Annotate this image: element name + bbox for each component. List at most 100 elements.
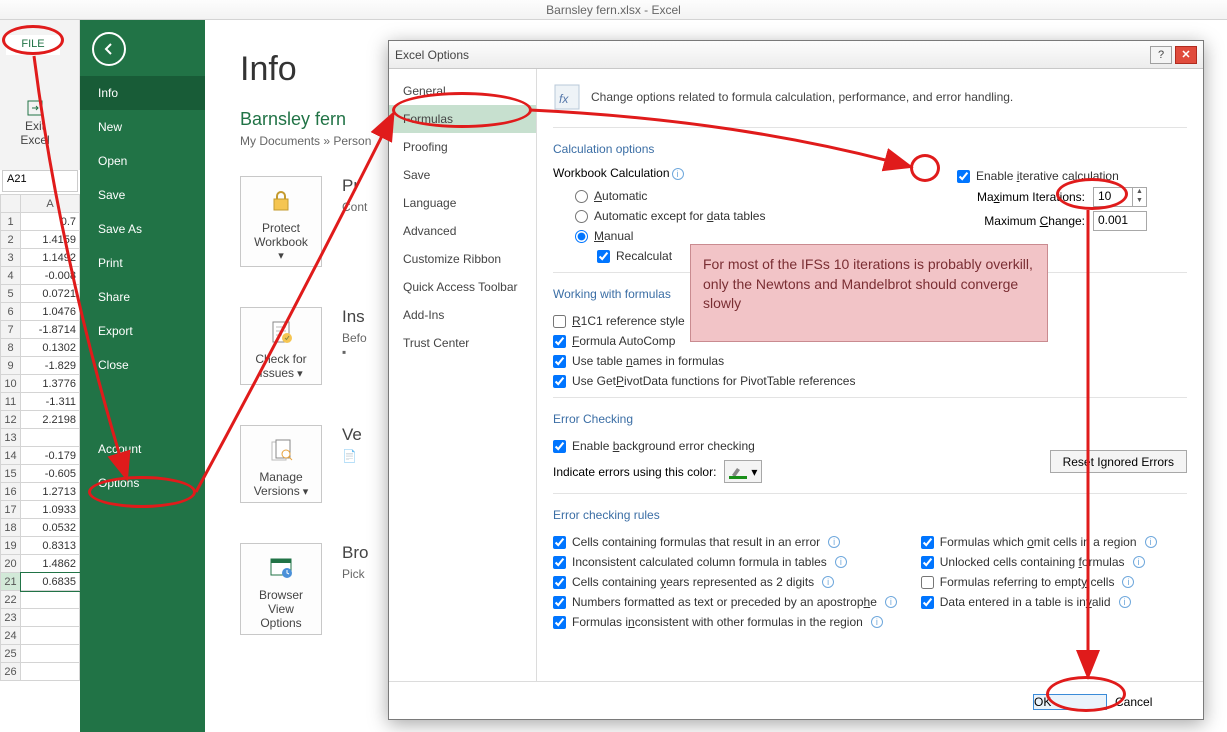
backstage-open[interactable]: Open	[80, 144, 205, 178]
radio-auto-except[interactable]: Automatic except for data tables	[575, 209, 765, 223]
cell[interactable]: -1.311	[21, 393, 80, 411]
cell[interactable]: 0.0721	[21, 285, 80, 303]
rule-omit-cells[interactable]: Formulas which omit cells in a regioni	[921, 535, 1157, 549]
ok-button[interactable]: OK	[1033, 694, 1107, 710]
row-header[interactable]: 10	[1, 375, 21, 393]
cell[interactable]	[21, 429, 80, 447]
max-change-input[interactable]: 0.001	[1093, 211, 1147, 231]
row-header[interactable]: 20	[1, 555, 21, 573]
rule-unlocked-cells[interactable]: Unlocked cells containing formulasi	[921, 555, 1145, 569]
row-header[interactable]: 3	[1, 249, 21, 267]
row-header[interactable]: 2	[1, 231, 21, 249]
cell[interactable]	[21, 645, 80, 663]
options-nav-formulas[interactable]: Formulas	[389, 105, 536, 133]
cell[interactable]: 1.3776	[21, 375, 80, 393]
cell[interactable]: 0.7	[21, 213, 80, 231]
row-header[interactable]: 23	[1, 609, 21, 627]
row-header[interactable]: 16	[1, 483, 21, 501]
manage-versions-button[interactable]: Manage Versions ▾	[240, 425, 322, 503]
check-iterative[interactable]: Enable iterative calculation	[957, 169, 1187, 183]
cancel-button[interactable]: Cancel	[1115, 695, 1189, 709]
row-header[interactable]: 18	[1, 519, 21, 537]
rule-error-result[interactable]: Cells containing formulas that result in…	[553, 535, 840, 549]
row-header[interactable]: 19	[1, 537, 21, 555]
cell[interactable]: 1.2713	[21, 483, 80, 501]
row-header[interactable]: 12	[1, 411, 21, 429]
info-icon[interactable]: i	[672, 168, 684, 180]
check-table-names[interactable]: Use table names in formulas	[553, 354, 724, 368]
row-header[interactable]: 26	[1, 663, 21, 681]
row-header[interactable]: 13	[1, 429, 21, 447]
row-header[interactable]: 24	[1, 627, 21, 645]
cell[interactable]: 0.8313	[21, 537, 80, 555]
name-box[interactable]: A21	[2, 170, 78, 192]
cell[interactable]: 1.0476	[21, 303, 80, 321]
options-nav-quick-access-toolbar[interactable]: Quick Access Toolbar	[389, 273, 536, 301]
backstage-close[interactable]: Close	[80, 348, 205, 382]
row-header[interactable]: 21	[1, 573, 21, 591]
radio-manual[interactable]: Manual	[575, 229, 633, 243]
cell[interactable]: -0.179	[21, 447, 80, 465]
back-button[interactable]	[92, 32, 126, 66]
options-nav-general[interactable]: General	[389, 77, 536, 105]
file-tab[interactable]: FILE	[6, 35, 60, 55]
options-nav-advanced[interactable]: Advanced	[389, 217, 536, 245]
max-iterations-input[interactable]: 10▲▼	[1093, 187, 1147, 207]
cell[interactable]: -0.008	[21, 267, 80, 285]
backstage-export[interactable]: Export	[80, 314, 205, 348]
backstage-save[interactable]: Save	[80, 178, 205, 212]
cell[interactable]	[21, 609, 80, 627]
cell[interactable]: 1.4862	[21, 555, 80, 573]
cell[interactable]: 0.1302	[21, 339, 80, 357]
cell[interactable]	[21, 627, 80, 645]
check-issues-button[interactable]: Check for Issues ▾	[240, 307, 322, 385]
protect-workbook-button[interactable]: Protect Workbook ▾	[240, 176, 322, 267]
check-recalc-save[interactable]: Recalculat	[597, 249, 672, 263]
row-header[interactable]: 4	[1, 267, 21, 285]
backstage-account[interactable]: Account	[80, 432, 205, 466]
help-button[interactable]: ?	[1150, 46, 1172, 64]
close-button[interactable]: ✕	[1175, 46, 1197, 64]
cell[interactable]: 0.0532	[21, 519, 80, 537]
row-header[interactable]: 22	[1, 591, 21, 609]
options-nav-proofing[interactable]: Proofing	[389, 133, 536, 161]
check-r1c1[interactable]: R1C1 reference stylei	[553, 314, 705, 328]
backstage-new[interactable]: New	[80, 110, 205, 144]
cell[interactable]: -1.8714	[21, 321, 80, 339]
select-all-corner[interactable]	[1, 195, 21, 213]
row-header[interactable]: 25	[1, 645, 21, 663]
options-nav-customize-ribbon[interactable]: Customize Ribbon	[389, 245, 536, 273]
rule-2digit-years[interactable]: Cells containing years represented as 2 …	[553, 575, 834, 589]
row-header[interactable]: 9	[1, 357, 21, 375]
cell[interactable]: 1.0933	[21, 501, 80, 519]
options-nav-trust-center[interactable]: Trust Center	[389, 329, 536, 357]
radio-automatic[interactable]: AAutomaticutomatic	[575, 189, 647, 203]
options-nav-add-ins[interactable]: Add-Ins	[389, 301, 536, 329]
backstage-save-as[interactable]: Save As	[80, 212, 205, 246]
options-nav-language[interactable]: Language	[389, 189, 536, 217]
row-header[interactable]: 11	[1, 393, 21, 411]
cell[interactable]: -1.829	[21, 357, 80, 375]
row-header[interactable]: 14	[1, 447, 21, 465]
row-header[interactable]: 17	[1, 501, 21, 519]
row-header[interactable]: 7	[1, 321, 21, 339]
check-autocomplete[interactable]: Formula AutoComp	[553, 334, 675, 348]
backstage-print[interactable]: Print	[80, 246, 205, 280]
check-getpivotdata[interactable]: Use GetPivotData functions for PivotTabl…	[553, 374, 855, 388]
cell[interactable]: 0.6835	[21, 573, 80, 591]
row-header[interactable]: 5	[1, 285, 21, 303]
rule-inconsistent-region[interactable]: Formulas inconsistent with other formula…	[553, 615, 883, 629]
rule-invalid-table-data[interactable]: Data entered in a table is invalidi	[921, 595, 1131, 609]
row-header[interactable]: 8	[1, 339, 21, 357]
backstage-options[interactable]: Options	[80, 466, 205, 500]
browser-view-button[interactable]: Browser View Options	[240, 543, 322, 635]
cell[interactable]: 1.4159	[21, 231, 80, 249]
cell[interactable]: 1.1492	[21, 249, 80, 267]
backstage-info[interactable]: Info	[80, 76, 205, 110]
cell[interactable]: 2.2198	[21, 411, 80, 429]
row-header[interactable]: 15	[1, 465, 21, 483]
cell[interactable]	[21, 591, 80, 609]
check-bg-error[interactable]: Enable background error checking	[553, 439, 755, 453]
cell[interactable]	[21, 663, 80, 681]
column-header-a[interactable]: A	[21, 195, 80, 213]
